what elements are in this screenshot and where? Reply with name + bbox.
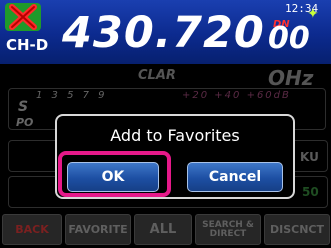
x-logo-icon	[5, 3, 41, 31]
clar-label: CLAR	[138, 68, 176, 83]
search-direct-button[interactable]: SEARCH & DIRECT	[195, 214, 261, 245]
frequency-sub-digits: 00	[268, 21, 310, 56]
back-button[interactable]: BACK	[2, 214, 62, 245]
dialog-title: Add to Favorites	[110, 126, 240, 145]
cancel-button[interactable]: Cancel	[187, 162, 283, 192]
gps-satellite-icon: ✦	[307, 6, 319, 22]
meter-scale: 1 3 5 7 9	[36, 90, 108, 101]
favorite-button[interactable]: FAVORITE	[65, 214, 131, 245]
frequency-display[interactable]: 430.720	[62, 12, 265, 55]
disconnect-button[interactable]: DISCNCT	[264, 214, 330, 245]
function-bar: BACK FAVORITE ALL SEARCH & DIRECT DISCNC…	[2, 214, 330, 246]
channel-label: CH-D	[6, 36, 49, 54]
ok-button-highlight	[58, 151, 171, 197]
side-value: 50	[302, 185, 319, 199]
radio-screen: CH-D 430.720 DN 00 12:34 ✦ CLAR OHz S PO…	[0, 0, 331, 248]
meter-s-label: S	[18, 99, 29, 115]
side-label: KU	[300, 150, 319, 164]
search-direct-line2: DIRECT	[209, 228, 247, 239]
clar-value: OHz	[268, 66, 314, 90]
meter-scale-over: +20 +40 +60dB	[182, 90, 291, 101]
all-button[interactable]: ALL	[134, 214, 192, 245]
frequency-header: CH-D 430.720 DN 00 12:34 ✦	[0, 0, 331, 64]
meter-po-label: PO	[16, 116, 34, 129]
